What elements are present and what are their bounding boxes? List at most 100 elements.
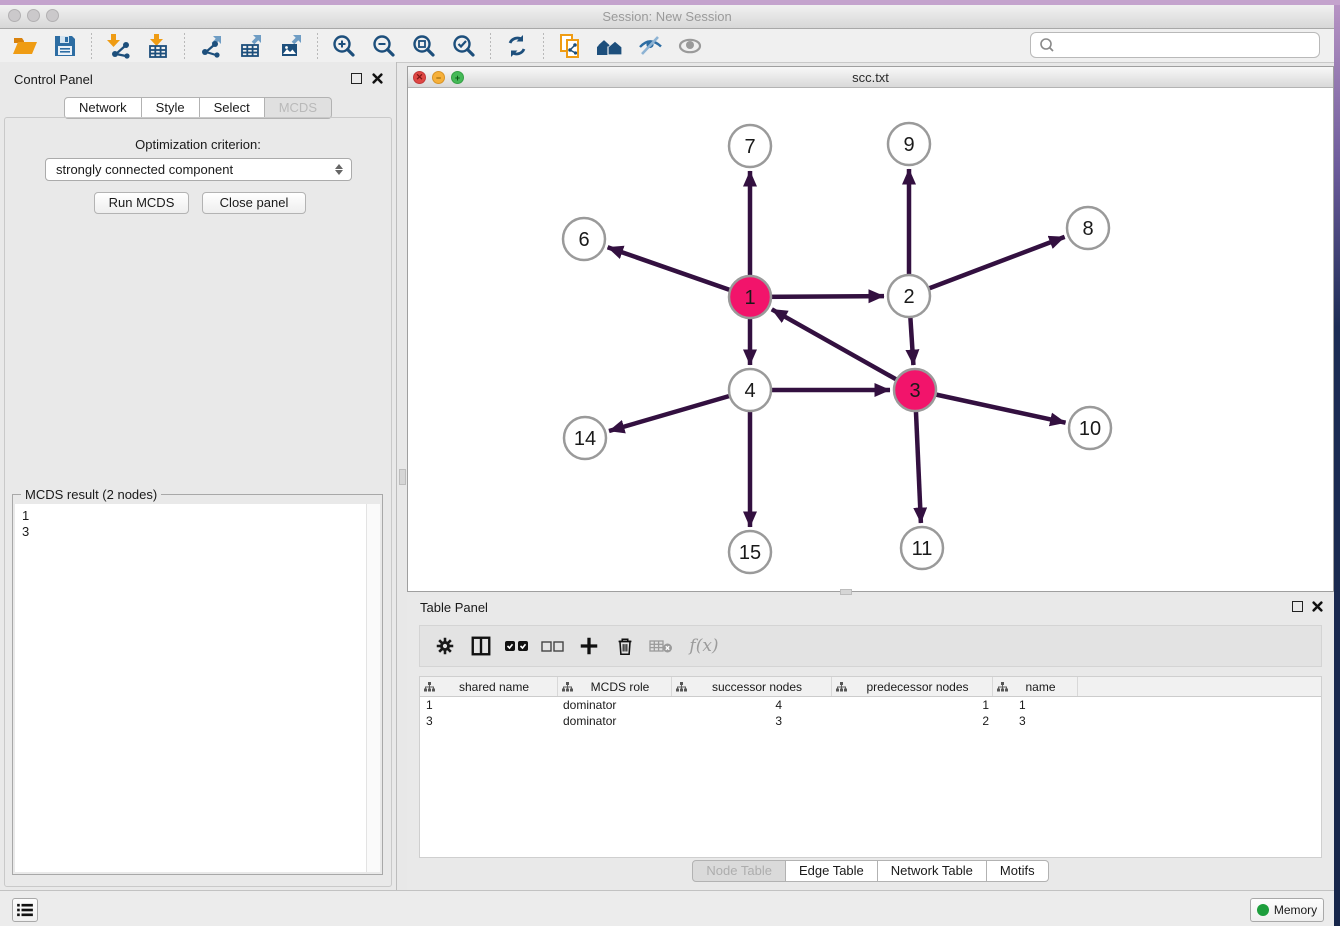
column-header-name[interactable]: name bbox=[993, 677, 1078, 696]
delete-column-icon[interactable] bbox=[608, 629, 642, 663]
tab-style[interactable]: Style bbox=[142, 97, 200, 119]
mcds-result-group: MCDS result (2 nodes) 1 3 bbox=[12, 494, 383, 875]
sort-column-icon bbox=[997, 682, 1008, 692]
export-image-icon[interactable] bbox=[276, 32, 306, 60]
clone-network-icon[interactable] bbox=[555, 32, 585, 60]
network-view-window: ✕ − + scc.txt 7968124314101511 bbox=[407, 66, 1334, 592]
optimization-criterion-dropdown[interactable]: strongly connected component bbox=[45, 158, 352, 181]
dropdown-value: strongly connected component bbox=[46, 162, 332, 177]
delete-table-icon[interactable] bbox=[644, 629, 678, 663]
table-cell[interactable]: 2 bbox=[832, 713, 993, 729]
table-cell[interactable]: 3 bbox=[420, 713, 558, 729]
node-label-1: 1 bbox=[744, 287, 755, 309]
vertical-splitter-handle[interactable] bbox=[399, 469, 406, 485]
float-table-panel-icon[interactable] bbox=[1292, 601, 1303, 612]
edge-1-6[interactable] bbox=[608, 247, 750, 297]
chevron-up-down-icon bbox=[332, 164, 346, 175]
table-cell[interactable]: 1 bbox=[832, 697, 993, 713]
split-columns-icon[interactable] bbox=[464, 629, 498, 663]
tab-mcds[interactable]: MCDS bbox=[265, 97, 332, 119]
node-label-10: 10 bbox=[1079, 418, 1101, 440]
tab-select[interactable]: Select bbox=[200, 97, 265, 119]
select-all-checkboxes-icon[interactable] bbox=[500, 629, 534, 663]
search-icon bbox=[1037, 36, 1059, 54]
export-network-icon[interactable] bbox=[196, 32, 226, 60]
sort-column-icon bbox=[836, 682, 847, 692]
clear-checkboxes-icon[interactable] bbox=[536, 629, 570, 663]
column-header-MCDS-role[interactable]: MCDS role bbox=[558, 677, 672, 696]
column-header-successor-nodes[interactable]: successor nodes bbox=[672, 677, 832, 696]
node-label-6: 6 bbox=[578, 229, 589, 251]
column-header-predecessor-nodes[interactable]: predecessor nodes bbox=[832, 677, 993, 696]
edge-2-8[interactable] bbox=[909, 237, 1065, 296]
float-panel-icon[interactable] bbox=[351, 73, 362, 84]
control-panel-tabs: NetworkStyleSelectMCDS bbox=[0, 97, 396, 119]
apply-layout-icon[interactable] bbox=[502, 32, 532, 60]
mcds-result-text: 1 3 bbox=[15, 504, 380, 544]
network-canvas[interactable]: 7968124314101511 bbox=[408, 88, 1333, 591]
result-scrollbar[interactable] bbox=[366, 504, 380, 872]
table-cell[interactable]: 1 bbox=[993, 697, 1078, 713]
close-panel-button[interactable]: Close panel bbox=[202, 192, 306, 214]
desktop-background-right bbox=[1334, 5, 1340, 926]
tab-edge-table[interactable]: Edge Table bbox=[786, 860, 878, 882]
table-cell[interactable]: dominator bbox=[558, 697, 672, 713]
edge-3-1[interactable] bbox=[772, 309, 915, 390]
node-label-11: 11 bbox=[912, 538, 933, 560]
function-builder-icon[interactable]: f(x) bbox=[680, 629, 728, 663]
mcds-result-area[interactable]: 1 3 bbox=[15, 504, 380, 872]
list-icon bbox=[16, 903, 34, 917]
memory-label: Memory bbox=[1274, 903, 1317, 917]
gear-icon[interactable] bbox=[428, 629, 462, 663]
table-panel: Table Panel f(x) shared nameMCDS rolesuc… bbox=[407, 595, 1334, 890]
search-box bbox=[1030, 32, 1320, 58]
table-cell[interactable]: dominator bbox=[558, 713, 672, 729]
search-input[interactable] bbox=[1059, 35, 1319, 55]
tab-node-table[interactable]: Node Table bbox=[692, 860, 786, 882]
zoom-fit-icon[interactable] bbox=[409, 32, 439, 60]
edge-3-10[interactable] bbox=[915, 390, 1066, 423]
import-table-icon[interactable] bbox=[143, 32, 173, 60]
control-panel: Control Panel NetworkStyleSelectMCDS Opt… bbox=[0, 62, 397, 890]
sort-column-icon bbox=[676, 682, 687, 692]
table-cell[interactable]: 1 bbox=[420, 697, 558, 713]
toolbar-separator bbox=[543, 33, 544, 59]
table-cell[interactable]: 4 bbox=[672, 697, 832, 713]
window-title: Session: New Session bbox=[0, 9, 1334, 24]
memory-button[interactable]: Memory bbox=[1250, 898, 1324, 922]
first-neighbors-icon[interactable] bbox=[595, 32, 625, 60]
node-label-2: 2 bbox=[903, 286, 914, 308]
add-column-icon[interactable] bbox=[572, 629, 606, 663]
zoom-selected-icon[interactable] bbox=[449, 32, 479, 60]
hide-selected-icon[interactable] bbox=[635, 32, 665, 60]
table-cell[interactable]: 3 bbox=[993, 713, 1078, 729]
control-panel-title: Control Panel bbox=[14, 72, 93, 87]
run-mcds-button[interactable]: Run MCDS bbox=[94, 192, 189, 214]
toolbar-separator bbox=[184, 33, 185, 59]
close-table-panel-icon[interactable] bbox=[1312, 601, 1323, 612]
tab-network[interactable]: Network bbox=[64, 97, 142, 119]
tab-motifs[interactable]: Motifs bbox=[987, 860, 1049, 882]
toolbar-separator bbox=[317, 33, 318, 59]
node-label-15: 15 bbox=[739, 542, 761, 564]
table-rows: 1dominator4113dominator323 bbox=[420, 697, 1321, 729]
app-window: { "window": { "title": "Session: New Ses… bbox=[0, 0, 1340, 926]
save-session-icon[interactable] bbox=[50, 32, 80, 60]
node-label-3: 3 bbox=[909, 380, 920, 402]
close-panel-icon[interactable] bbox=[372, 73, 383, 84]
open-session-icon[interactable] bbox=[10, 32, 40, 60]
table-toolbar: f(x) bbox=[419, 625, 1322, 667]
column-header-shared-name[interactable]: shared name bbox=[420, 677, 558, 696]
toolbar-separator bbox=[490, 33, 491, 59]
table-row[interactable]: 3dominator323 bbox=[420, 713, 1321, 729]
tab-network-table[interactable]: Network Table bbox=[878, 860, 987, 882]
export-table-icon[interactable] bbox=[236, 32, 266, 60]
zoom-in-icon[interactable] bbox=[329, 32, 359, 60]
zoom-out-icon[interactable] bbox=[369, 32, 399, 60]
table-row[interactable]: 1dominator411 bbox=[420, 697, 1321, 713]
toolbar-separator bbox=[91, 33, 92, 59]
table-cell[interactable]: 3 bbox=[672, 713, 832, 729]
task-history-button[interactable] bbox=[12, 898, 38, 922]
show-all-icon[interactable] bbox=[675, 32, 705, 60]
import-network-icon[interactable] bbox=[103, 32, 133, 60]
